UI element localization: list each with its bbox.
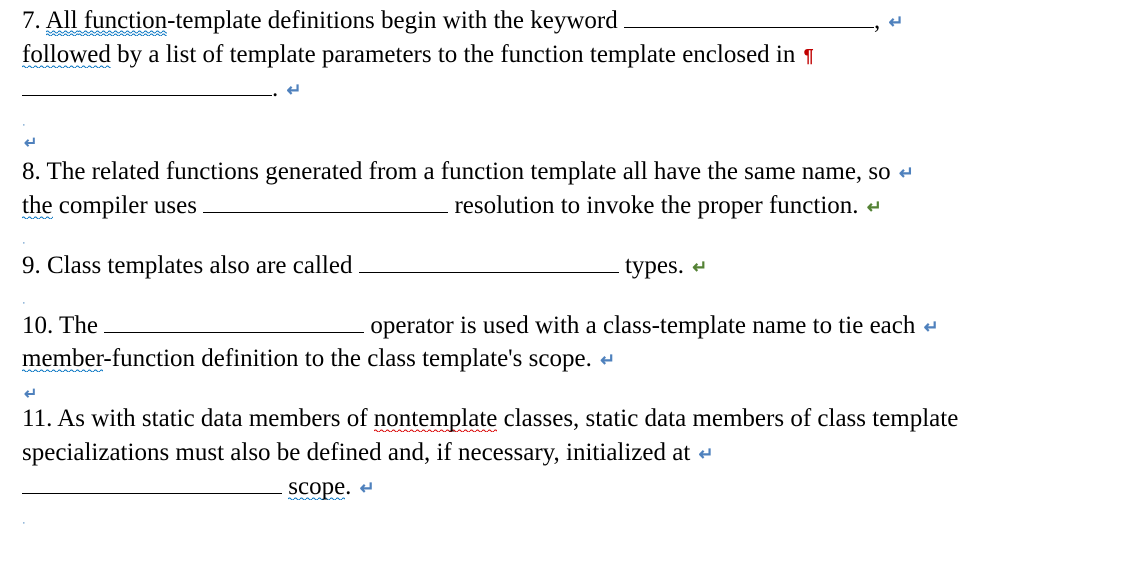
q8-text-a: The related functions generated from a f… — [41, 158, 891, 185]
q7-period: . — [272, 75, 278, 102]
q10-text-a: The — [53, 312, 104, 339]
q7-text-all: All — [46, 7, 78, 36]
blank-field — [624, 27, 874, 28]
q10-number: 10. — [22, 312, 53, 339]
blank-field — [359, 272, 619, 273]
q7-number: 7. — [22, 7, 41, 34]
document-page: 7. All function-template definitions beg… — [0, 0, 1130, 539]
return-mark-icon: ↵ — [867, 197, 882, 217]
question-9: 9. Class templates also are called types… — [22, 249, 1108, 283]
q11-text-nontemplate: nontemplate — [374, 405, 498, 432]
question-8: 8. The related functions generated from … — [22, 155, 1108, 223]
q11-text-a: As with static data members of — [52, 405, 373, 432]
small-mark-icon: · — [22, 119, 26, 131]
q10-text-c: -function definition to the class templa… — [103, 345, 591, 372]
empty-paragraph: · — [22, 229, 1108, 249]
return-mark-icon: ↵ — [24, 135, 37, 152]
question-10: 10. The operator is used with a class-te… — [22, 309, 1108, 377]
q8-text-the: the — [22, 192, 53, 219]
q7-text-function: function — [78, 7, 168, 36]
justify-mark-icon: ¶ — [804, 46, 814, 66]
q9-number: 9. — [22, 252, 41, 279]
return-mark-icon: ↵ — [924, 317, 939, 337]
q8-text-c: resolution to invoke the proper function… — [448, 192, 858, 219]
blank-field — [22, 95, 272, 96]
q10-text-member: member — [22, 345, 103, 372]
q10-text-b: operator is used with a class-template n… — [364, 312, 915, 339]
q11-number: 11. — [22, 405, 52, 432]
return-mark-icon: ↵ — [24, 386, 37, 403]
question-11: 11. As with static data members of nonte… — [22, 402, 1108, 503]
return-mark-icon: ↵ — [360, 478, 375, 498]
small-mark-icon: · — [22, 237, 26, 249]
q8-text-b: compiler uses — [53, 192, 204, 219]
blank-field — [104, 332, 364, 333]
return-mark-icon: ↵ — [600, 350, 615, 370]
small-mark-icon: · — [22, 517, 26, 529]
empty-paragraph: ↵ — [22, 131, 1108, 151]
return-mark-icon: ↵ — [889, 12, 904, 32]
small-mark-icon: · — [22, 297, 26, 309]
q7-text-a: -template definitions begin with the key… — [167, 7, 624, 34]
blank-field — [22, 493, 282, 494]
q11-period: . — [345, 473, 351, 500]
question-7: 7. All function-template definitions beg… — [22, 4, 1108, 105]
return-mark-icon: ↵ — [899, 163, 914, 183]
empty-paragraph: · — [22, 509, 1108, 529]
q7-text-b: by a list of template parameters to the … — [111, 41, 796, 68]
q11-text-scope: scope — [288, 473, 345, 500]
q8-number: 8. — [22, 158, 41, 185]
empty-paragraph: · — [22, 111, 1108, 131]
blank-field — [203, 212, 448, 213]
q7-comma: , — [874, 7, 880, 34]
empty-paragraph: · — [22, 289, 1108, 309]
q9-text-a: Class templates also are called — [41, 252, 359, 279]
q7-text-followed: followed — [22, 41, 111, 68]
return-mark-icon: ↵ — [699, 444, 714, 464]
q9-text-b: types. — [619, 252, 684, 279]
empty-paragraph: ↵ — [22, 382, 1108, 402]
return-mark-icon: ↵ — [692, 257, 707, 277]
return-mark-icon: ↵ — [287, 80, 302, 100]
